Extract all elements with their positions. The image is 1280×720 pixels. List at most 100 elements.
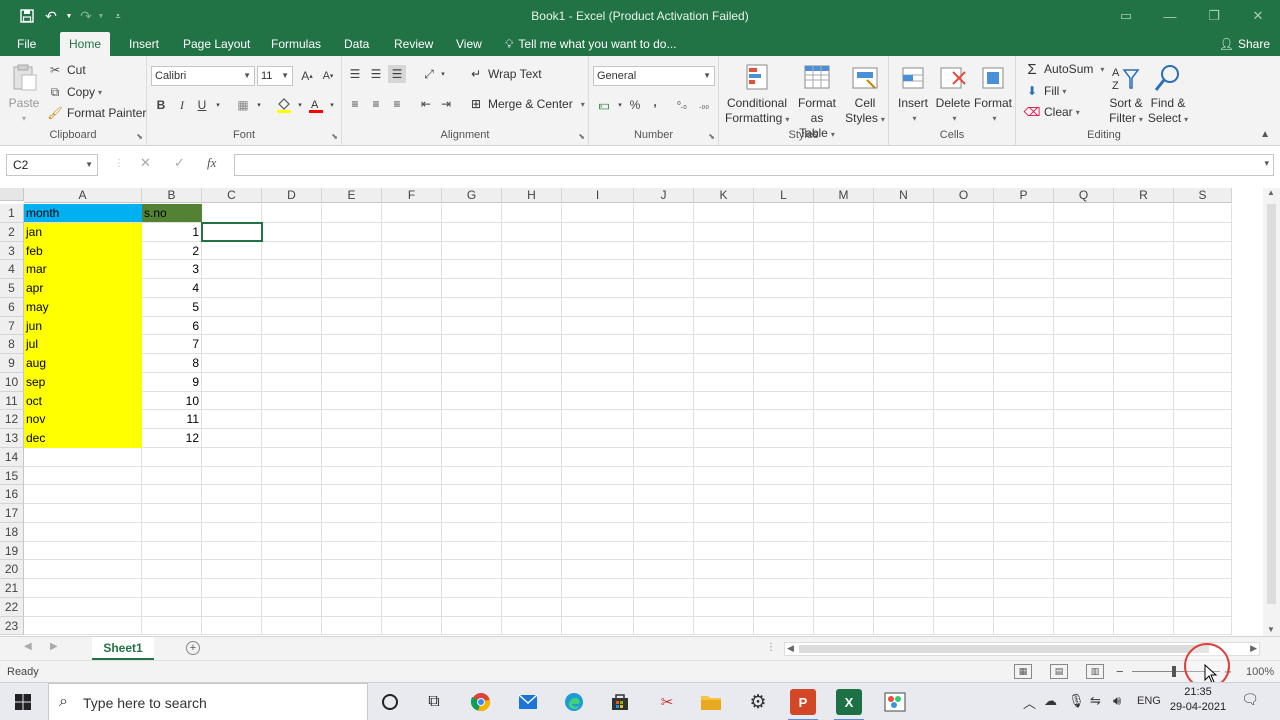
cell-h23[interactable] — [502, 616, 562, 636]
clipboard-launcher-icon[interactable]: ⬊ — [136, 132, 143, 141]
cell-j4[interactable] — [634, 260, 694, 279]
cell-c19[interactable] — [202, 541, 262, 561]
cell-q2[interactable] — [1054, 222, 1114, 242]
row-header-18[interactable]: 18 — [0, 522, 24, 542]
cell-m23[interactable] — [814, 616, 874, 636]
cell-s1[interactable] — [1174, 204, 1232, 223]
cell-n20[interactable] — [874, 560, 934, 579]
align-right-icon[interactable]: ≡ — [388, 95, 406, 113]
cell-h14[interactable] — [502, 447, 562, 467]
cell-n9[interactable] — [874, 354, 934, 373]
cell-q13[interactable] — [1054, 429, 1114, 448]
cell-r16[interactable] — [1114, 485, 1174, 504]
row-header-15[interactable]: 15 — [0, 466, 24, 486]
zoom-out-button[interactable]: − — [1116, 664, 1124, 679]
cell-r13[interactable] — [1114, 429, 1174, 448]
cell-b6[interactable]: 5 — [142, 297, 202, 317]
cell-g22[interactable] — [442, 597, 502, 617]
cell-j17[interactable] — [634, 504, 694, 523]
taskbar-search-box[interactable]: ⌕ Type here to search — [48, 683, 368, 720]
column-header-f[interactable]: F — [382, 188, 442, 203]
cell-k1[interactable] — [694, 204, 754, 223]
cell-g23[interactable] — [442, 616, 502, 636]
cell-h15[interactable] — [502, 466, 562, 486]
cell-r21[interactable] — [1114, 579, 1174, 598]
cell-o20[interactable] — [934, 560, 994, 579]
cell-o1[interactable] — [934, 204, 994, 223]
horizontal-scroll-thumb[interactable] — [799, 645, 1209, 653]
align-left-icon[interactable]: ≡ — [346, 95, 364, 113]
cell-f16[interactable] — [382, 485, 442, 504]
cell-j20[interactable] — [634, 560, 694, 579]
cell-o17[interactable] — [934, 504, 994, 523]
cell-q14[interactable] — [1054, 447, 1114, 467]
cell-s18[interactable] — [1174, 522, 1232, 542]
cell-f23[interactable] — [382, 616, 442, 636]
row-header-19[interactable]: 19 — [0, 541, 24, 561]
cell-h19[interactable] — [502, 541, 562, 561]
cell-c4[interactable] — [202, 260, 262, 279]
cell-p2[interactable] — [994, 222, 1054, 242]
cell-g8[interactable] — [442, 335, 502, 354]
cell-p7[interactable] — [994, 316, 1054, 336]
cell-e13[interactable] — [322, 429, 382, 448]
cell-q8[interactable] — [1054, 335, 1114, 354]
scroll-right-icon[interactable]: ▶ — [1250, 643, 1257, 654]
cell-o8[interactable] — [934, 335, 994, 354]
cell-k7[interactable] — [694, 316, 754, 336]
cell-c20[interactable] — [202, 560, 262, 579]
cell-p18[interactable] — [994, 522, 1054, 542]
cell-o5[interactable] — [934, 279, 994, 298]
number-launcher-icon[interactable]: ⬊ — [708, 132, 715, 141]
cell-i12[interactable] — [562, 410, 634, 429]
cell-f17[interactable] — [382, 504, 442, 523]
cell-q1[interactable] — [1054, 204, 1114, 223]
cell-g2[interactable] — [442, 222, 502, 242]
cell-s19[interactable] — [1174, 541, 1232, 561]
confirm-entry-icon[interactable]: ✓ — [174, 155, 185, 171]
cell-p1[interactable] — [994, 204, 1054, 223]
cell-i5[interactable] — [562, 279, 634, 298]
cell-r6[interactable] — [1114, 297, 1174, 317]
cell-l8[interactable] — [754, 335, 814, 354]
cell-o3[interactable] — [934, 241, 994, 261]
cell-c9[interactable] — [202, 354, 262, 373]
cell-d18[interactable] — [262, 522, 322, 542]
cell-n23[interactable] — [874, 616, 934, 636]
cell-r7[interactable] — [1114, 316, 1174, 336]
cell-a21[interactable] — [24, 579, 142, 598]
cell-n11[interactable] — [874, 391, 934, 411]
cell-f1[interactable] — [382, 204, 442, 223]
cell-e2[interactable] — [322, 222, 382, 242]
cell-o13[interactable] — [934, 429, 994, 448]
cell-p19[interactable] — [994, 541, 1054, 561]
column-header-o[interactable]: O — [934, 188, 994, 203]
cell-s20[interactable] — [1174, 560, 1232, 579]
cell-n19[interactable] — [874, 541, 934, 561]
row-header-6[interactable]: 6 — [0, 297, 24, 317]
cell-m7[interactable] — [814, 316, 874, 336]
cell-c22[interactable] — [202, 597, 262, 617]
cell-o16[interactable] — [934, 485, 994, 504]
cell-i8[interactable] — [562, 335, 634, 354]
cell-b12[interactable]: 11 — [142, 410, 202, 429]
row-header-21[interactable]: 21 — [0, 579, 24, 598]
cell-s2[interactable] — [1174, 222, 1232, 242]
cell-i19[interactable] — [562, 541, 634, 561]
cell-a12[interactable]: nov — [24, 410, 142, 429]
cell-m6[interactable] — [814, 297, 874, 317]
cell-j19[interactable] — [634, 541, 694, 561]
cell-h6[interactable] — [502, 297, 562, 317]
cell-k15[interactable] — [694, 466, 754, 486]
cell-s3[interactable] — [1174, 241, 1232, 261]
cell-c10[interactable] — [202, 372, 262, 392]
tab-data[interactable]: Data — [335, 32, 378, 56]
row-header-14[interactable]: 14 — [0, 447, 24, 467]
insert-cells-button[interactable]: Insert ▾ — [893, 62, 933, 126]
cell-q20[interactable] — [1054, 560, 1114, 579]
cell-r17[interactable] — [1114, 504, 1174, 523]
cell-i21[interactable] — [562, 579, 634, 598]
cell-d22[interactable] — [262, 597, 322, 617]
row-header-7[interactable]: 7 — [0, 316, 24, 336]
cell-p5[interactable] — [994, 279, 1054, 298]
